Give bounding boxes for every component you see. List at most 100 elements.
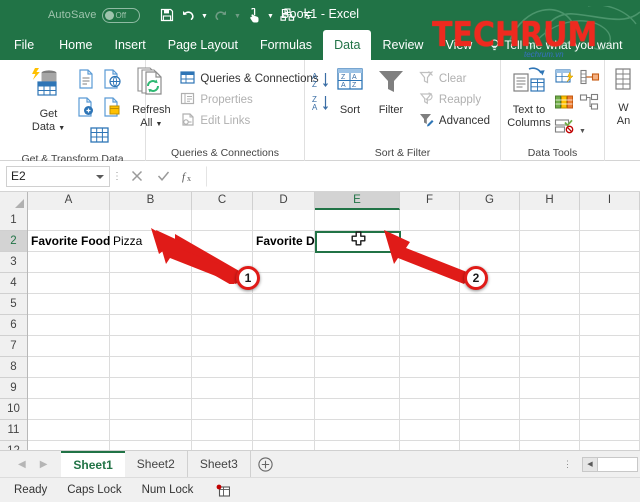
cell-E7[interactable] [315, 336, 400, 357]
row-header-8[interactable]: 8 [0, 357, 27, 378]
tell-me-search[interactable]: Tell me what you want [483, 30, 622, 60]
cell-F10[interactable] [400, 399, 460, 420]
insert-function-fx-icon[interactable]: fx [176, 166, 202, 187]
tab-file[interactable]: File [0, 30, 48, 60]
add-sheet-plus-icon[interactable] [251, 456, 281, 472]
sort-button[interactable]: ZAAZ Sort [330, 65, 370, 117]
customize-qat-icon[interactable] [299, 4, 318, 26]
data-validation-icon[interactable] [554, 118, 575, 139]
cell-F9[interactable] [400, 378, 460, 399]
cell-F12[interactable] [400, 441, 460, 450]
row-header-2[interactable]: 2 [0, 231, 27, 252]
formula-bar-grip[interactable]: ⋮ [110, 172, 124, 182]
cell-A4[interactable] [28, 273, 110, 294]
cell-C6[interactable] [192, 315, 253, 336]
cell-C7[interactable] [192, 336, 253, 357]
relationships-icon[interactable] [579, 68, 600, 92]
data-validation-dropdown-icon[interactable]: ▼ [579, 123, 586, 135]
cell-F8[interactable] [400, 357, 460, 378]
cell-H1[interactable] [520, 210, 580, 231]
hscroll-left-arrow-icon[interactable]: ◀ [582, 456, 598, 472]
save-icon[interactable] [158, 4, 177, 26]
tab-view[interactable]: View [434, 30, 483, 60]
cell-B10[interactable] [110, 399, 192, 420]
cell-D9[interactable] [253, 378, 315, 399]
cell-I9[interactable] [580, 378, 640, 399]
manage-data-model-icon[interactable] [579, 93, 600, 117]
from-text-csv-icon[interactable] [75, 68, 97, 95]
cell-C10[interactable] [192, 399, 253, 420]
get-data-button[interactable]: Get Data ▼ [23, 65, 75, 135]
confirm-checkmark-icon[interactable] [150, 166, 176, 187]
from-web-icon[interactable] [101, 68, 123, 95]
cell-H9[interactable] [520, 378, 580, 399]
row-header-1[interactable]: 1 [0, 210, 27, 231]
cell-I3[interactable] [580, 252, 640, 273]
cell-E12[interactable] [315, 441, 400, 450]
row-header-4[interactable]: 4 [0, 273, 27, 294]
cell-I4[interactable] [580, 273, 640, 294]
cell-B12[interactable] [110, 441, 192, 450]
tab-review[interactable]: Review [371, 30, 434, 60]
recent-sources-icon[interactable] [101, 96, 123, 123]
tab-formulas[interactable]: Formulas [249, 30, 323, 60]
undo-icon[interactable] [179, 4, 198, 26]
cell-A6[interactable] [28, 315, 110, 336]
sort-ascending-button[interactable]: AZ [312, 69, 330, 90]
column-header-D[interactable]: D [253, 192, 315, 210]
cell-A5[interactable] [28, 294, 110, 315]
cell-E8[interactable] [315, 357, 400, 378]
cell-A11[interactable] [28, 420, 110, 441]
sheet-tab-sheet1[interactable]: Sheet1 [61, 450, 125, 478]
cell-F6[interactable] [400, 315, 460, 336]
queries-connections-button[interactable]: Queries & Connections [177, 68, 321, 89]
sheet-tab-sheet3[interactable]: Sheet3 [187, 451, 251, 477]
cell-B9[interactable] [110, 378, 192, 399]
cell-I12[interactable] [580, 441, 640, 450]
cell-A1[interactable] [28, 210, 110, 231]
sort-descending-button[interactable]: ZA [312, 92, 330, 113]
existing-connections-icon[interactable] [86, 124, 112, 151]
cell-I7[interactable] [580, 336, 640, 357]
cell-A7[interactable] [28, 336, 110, 357]
cell-A12[interactable] [28, 441, 110, 450]
cell-D1[interactable] [253, 210, 315, 231]
hscroll-track[interactable] [598, 456, 638, 472]
autosave-toggle[interactable]: Off [101, 7, 140, 23]
cell-I5[interactable] [580, 294, 640, 315]
cell-G9[interactable] [460, 378, 520, 399]
formula-input[interactable] [206, 165, 634, 187]
column-header-G[interactable]: G [460, 192, 520, 210]
record-macro-icon[interactable] [215, 483, 231, 497]
cell-H10[interactable] [520, 399, 580, 420]
cell-E5[interactable] [315, 294, 400, 315]
cell-F5[interactable] [400, 294, 460, 315]
cell-B8[interactable] [110, 357, 192, 378]
cell-I8[interactable] [580, 357, 640, 378]
column-header-A[interactable]: A [28, 192, 110, 210]
row-header-6[interactable]: 6 [0, 315, 27, 336]
column-header-F[interactable]: F [400, 192, 460, 210]
nav-next-icon[interactable]: ▶ [40, 459, 48, 470]
flash-fill-icon[interactable] [554, 68, 575, 92]
cell-D3[interactable] [253, 252, 315, 273]
cell-A2[interactable]: Favorite Food [28, 231, 110, 252]
cell-G7[interactable] [460, 336, 520, 357]
cell-E9[interactable] [315, 378, 400, 399]
name-box[interactable]: E2 [6, 165, 110, 187]
name-box-dropdown-icon[interactable] [96, 174, 104, 179]
cell-G10[interactable] [460, 399, 520, 420]
sheet-options-icon[interactable]: ⋮ [553, 460, 582, 469]
cell-G12[interactable] [460, 441, 520, 450]
cell-H11[interactable] [520, 420, 580, 441]
filter-button[interactable]: Filter [370, 65, 412, 117]
cell-D6[interactable] [253, 315, 315, 336]
sort-filter-icon[interactable] [278, 4, 297, 26]
row-header-7[interactable]: 7 [0, 336, 27, 357]
cell-A3[interactable] [28, 252, 110, 273]
cell-C12[interactable] [192, 441, 253, 450]
from-table-range-icon[interactable] [75, 96, 97, 123]
cell-D2[interactable]: Favorite Dish [253, 231, 332, 252]
cell-D10[interactable] [253, 399, 315, 420]
tab-home[interactable]: Home [48, 30, 103, 60]
